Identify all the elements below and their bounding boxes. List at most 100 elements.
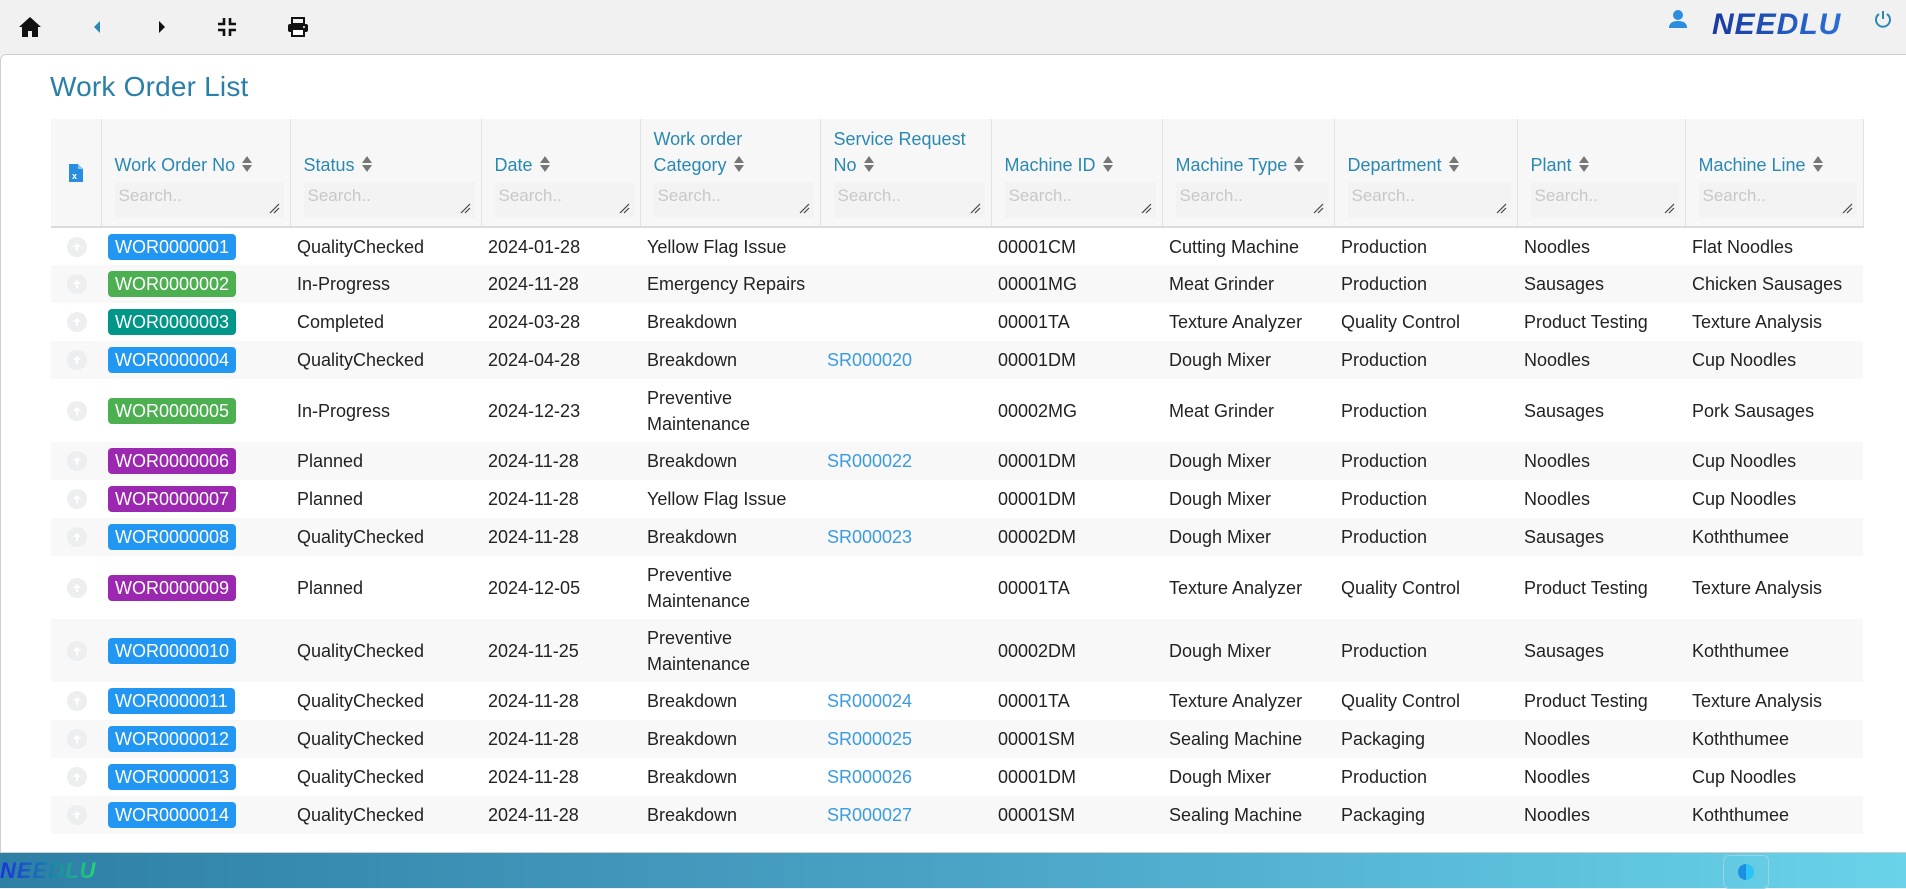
column-search-input[interactable] (1179, 186, 1302, 206)
column-search-field[interactable] (114, 182, 284, 218)
sort-icon[interactable] (1812, 155, 1824, 173)
table-row[interactable]: WOR0000013 QualityChecked 2024-11-28 Breakd… (51, 758, 1863, 796)
table-row[interactable]: WOR0000003 Completed 2024-03-28 Breakdown 00… (51, 303, 1863, 341)
service-request-link[interactable]: SR000025 (827, 729, 912, 749)
home-button[interactable] (15, 12, 45, 42)
column-header[interactable]: Work Order No (100, 119, 290, 228)
column-label[interactable]: Work order Category (654, 129, 743, 175)
expand-row-button[interactable] (67, 451, 87, 471)
column-label[interactable]: Machine Line (1699, 155, 1806, 175)
table-row[interactable]: WOR0000007 Planned 2024-11-28 Yellow Flag I… (51, 480, 1863, 518)
column-search-field[interactable] (1004, 182, 1156, 218)
work-order-badge[interactable]: WOR0000003 (108, 309, 237, 335)
column-search-field[interactable] (653, 182, 814, 218)
table-row[interactable]: WOR0000009 Planned 2024-12-05 Preventive Ma… (51, 556, 1863, 619)
column-search-field[interactable] (1530, 182, 1679, 218)
column-label[interactable]: Work Order No (115, 155, 236, 175)
column-header[interactable]: Service Request No (819, 119, 991, 228)
column-label[interactable]: Department (1348, 155, 1442, 175)
expand-row-button[interactable] (67, 312, 87, 332)
resize-grip-icon[interactable] (268, 202, 280, 214)
theme-toggle-button[interactable] (1723, 855, 1769, 889)
column-search-field[interactable] (1698, 182, 1857, 218)
column-search-input[interactable] (1702, 186, 1830, 206)
column-label[interactable]: Date (495, 155, 533, 175)
service-request-link[interactable]: SR000026 (827, 767, 912, 787)
column-search-input[interactable] (498, 186, 610, 206)
expand-row-button[interactable] (67, 489, 87, 509)
column-search-field[interactable] (494, 182, 634, 218)
sort-icon[interactable] (1448, 155, 1460, 173)
resize-grip-icon[interactable] (1495, 202, 1507, 214)
column-label[interactable]: Plant (1531, 155, 1572, 175)
column-search-field[interactable] (833, 182, 985, 218)
column-search-input[interactable] (307, 186, 447, 206)
column-header[interactable]: Department (1333, 119, 1517, 228)
forward-button[interactable] (147, 12, 177, 42)
expand-row-button[interactable] (67, 805, 87, 825)
work-order-badge[interactable]: WOR0000004 (108, 347, 237, 373)
table-row[interactable]: WOR0000010 QualityChecked 2024-11-25 Preven… (51, 619, 1863, 682)
sort-icon[interactable] (733, 155, 745, 173)
collapse-button[interactable] (212, 12, 242, 42)
work-order-badge[interactable]: WOR0000011 (108, 688, 235, 714)
resize-grip-icon[interactable] (798, 202, 810, 214)
power-button[interactable] (1868, 4, 1898, 34)
service-request-link[interactable]: SR000024 (827, 691, 912, 711)
expand-row-button[interactable] (67, 577, 87, 598)
column-header[interactable]: Machine ID (990, 119, 1162, 228)
resize-grip-icon[interactable] (459, 202, 471, 214)
table-row[interactable]: WOR0000001 QualityChecked 2024-01-28 Yellow… (51, 227, 1863, 265)
column-search-input[interactable] (1008, 186, 1131, 206)
print-button[interactable] (283, 12, 313, 42)
table-row[interactable]: WOR0000004 QualityChecked 2024-04-28 Breakd… (51, 341, 1863, 379)
column-search-field[interactable] (303, 182, 475, 218)
expand-row-button[interactable] (67, 691, 87, 711)
sort-icon[interactable] (361, 155, 373, 173)
work-order-badge[interactable]: WOR0000008 (108, 524, 237, 550)
export-excel-button[interactable]: x (51, 163, 101, 183)
column-header[interactable]: Machine Line (1684, 119, 1864, 228)
work-order-badge[interactable]: WOR0000007 (108, 486, 237, 512)
work-order-badge[interactable]: WOR0000013 (108, 764, 237, 790)
user-button[interactable] (1663, 4, 1693, 34)
column-label[interactable]: Service Request No (834, 129, 966, 175)
work-order-badge[interactable]: WOR0000005 (108, 397, 237, 424)
table-row[interactable]: WOR0000011 QualityChecked 2024-11-28 Breakd… (51, 682, 1863, 720)
table-row[interactable]: WOR0000005 In-Progress 2024-12-23 Preventiv… (51, 379, 1863, 442)
column-label[interactable]: Machine ID (1005, 155, 1096, 175)
service-request-link[interactable]: SR000023 (827, 527, 912, 547)
sort-icon[interactable] (863, 155, 875, 173)
service-request-link[interactable]: SR000027 (827, 805, 912, 825)
expand-row-button[interactable] (67, 767, 87, 787)
column-search-input[interactable] (657, 186, 787, 206)
column-header[interactable]: Status (289, 119, 481, 228)
work-order-badge[interactable]: WOR0000010 (108, 637, 237, 664)
work-order-badge[interactable]: WOR0000012 (108, 726, 237, 752)
service-request-link[interactable]: SR000022 (827, 451, 912, 471)
service-request-link[interactable]: SR000020 (827, 350, 912, 370)
sort-icon[interactable] (539, 155, 551, 173)
work-order-badge[interactable]: WOR0000001 (108, 233, 237, 260)
sort-icon[interactable] (1578, 155, 1590, 173)
column-label[interactable]: Machine Type (1176, 155, 1288, 175)
column-search-input[interactable] (837, 186, 960, 206)
sort-icon[interactable] (241, 155, 253, 173)
expand-row-button[interactable] (67, 729, 87, 749)
expand-row-button[interactable] (67, 527, 87, 547)
table-row[interactable]: WOR0000002 In-Progress 2024-11-28 Emergency… (51, 265, 1863, 303)
column-header[interactable]: Machine Type (1161, 119, 1334, 228)
expand-row-button[interactable] (67, 350, 87, 370)
work-order-badge[interactable]: WOR0000014 (108, 802, 237, 828)
column-search-field[interactable] (1347, 182, 1511, 218)
table-row[interactable]: WOR0000006 Planned 2024-11-28 Breakdown SR00… (51, 442, 1863, 480)
back-button[interactable] (82, 12, 112, 42)
work-order-badge[interactable]: WOR0000002 (108, 271, 237, 297)
resize-grip-icon[interactable] (618, 202, 630, 214)
column-header[interactable]: Work order Category (639, 119, 820, 228)
expand-row-button[interactable] (67, 400, 87, 421)
resize-grip-icon[interactable] (1841, 202, 1853, 214)
column-search-input[interactable] (1534, 186, 1654, 206)
column-label[interactable]: Status (304, 155, 355, 175)
column-search-field[interactable] (1175, 182, 1328, 218)
